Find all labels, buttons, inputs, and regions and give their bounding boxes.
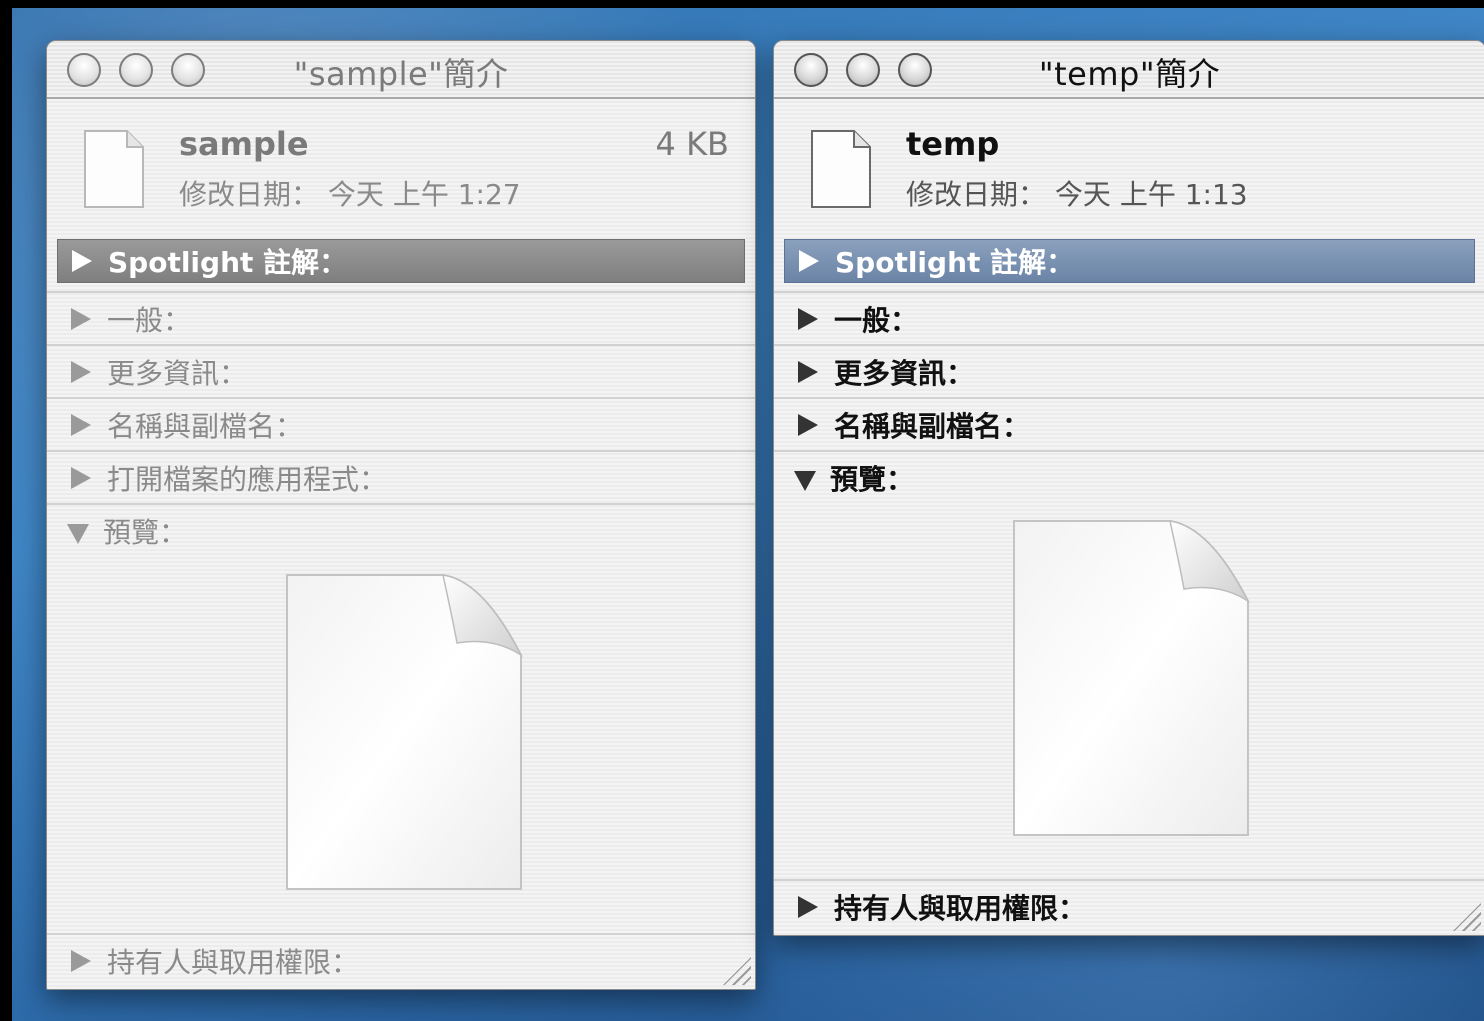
- section-more-info[interactable]: 更多資訊：: [774, 344, 1484, 398]
- section-preview[interactable]: 預覽：: [47, 503, 755, 557]
- disclosure-triangle-icon: [71, 414, 91, 436]
- disclosure-triangle-icon: [72, 250, 92, 272]
- disclosure-triangle-icon: [71, 361, 91, 383]
- section-spotlight[interactable]: Spotlight 註解：: [57, 239, 745, 283]
- window-title: "temp"簡介: [1038, 55, 1221, 93]
- disclosure-triangle-down-icon: [67, 524, 89, 544]
- section-spotlight[interactable]: Spotlight 註解：: [784, 239, 1475, 283]
- section-ownership[interactable]: 持有人與取用權限：: [47, 933, 755, 987]
- document-icon: [811, 130, 871, 208]
- disclosure-triangle-down-icon: [794, 471, 816, 491]
- file-header: sample 4 KB 修改日期： 今天 上午 1:27: [47, 99, 755, 229]
- disclosure-triangle-icon: [71, 950, 91, 972]
- disclosure-triangle-icon: [71, 467, 91, 489]
- modified-label: 修改日期：: [179, 178, 320, 211]
- section-label: 持有人與取用權限：: [107, 946, 360, 979]
- section-preview[interactable]: 預覽：: [774, 450, 1484, 504]
- file-name: sample: [179, 125, 309, 163]
- section-label: 更多資訊：: [834, 357, 975, 390]
- section-label: 名稱與副檔名：: [107, 410, 304, 443]
- section-label: 一般：: [834, 304, 919, 337]
- window-title: "sample"簡介: [293, 55, 509, 93]
- modified-label: 修改日期：: [906, 178, 1047, 211]
- disclosure-triangle-icon: [799, 250, 819, 272]
- file-header: temp 修改日期： 今天 上午 1:13: [774, 99, 1484, 229]
- section-label: 預覽：: [103, 516, 188, 549]
- section-more-info[interactable]: 更多資訊：: [47, 344, 755, 398]
- section-label: 預覽：: [830, 463, 915, 496]
- disclosure-triangle-icon: [798, 361, 818, 383]
- disclosure-triangle-icon: [71, 308, 91, 330]
- title-bar[interactable]: "temp"簡介: [774, 41, 1484, 99]
- section-label: 名稱與副檔名：: [834, 410, 1031, 443]
- section-name-extension[interactable]: 名稱與副檔名：: [47, 397, 755, 451]
- file-name: temp: [906, 125, 1000, 163]
- info-window-sample: "sample"簡介 sample 4 KB 修改日期： 今天 上午 1:27 …: [46, 40, 756, 990]
- title-bar[interactable]: "sample"簡介: [47, 41, 755, 99]
- section-ownership[interactable]: 持有人與取用權限：: [774, 879, 1484, 933]
- modified-date: 修改日期： 今天 上午 1:13: [906, 173, 1248, 213]
- preview-document-icon: [286, 574, 523, 890]
- document-icon: [84, 130, 144, 208]
- modified-date: 修改日期： 今天 上午 1:27: [179, 173, 521, 213]
- file-size: 4 KB: [655, 125, 729, 163]
- section-general[interactable]: 一般：: [47, 291, 755, 345]
- section-label: Spotlight 註解：: [835, 246, 1075, 279]
- section-label: 更多資訊：: [107, 357, 248, 390]
- section-label: 打開檔案的應用程式：: [107, 463, 388, 496]
- section-label: 一般：: [107, 304, 192, 337]
- section-label: 持有人與取用權限：: [834, 892, 1087, 925]
- modified-value: 今天 上午 1:13: [1054, 178, 1248, 211]
- preview-document-icon: [1013, 520, 1250, 836]
- disclosure-triangle-icon: [798, 308, 818, 330]
- info-window-temp: "temp"簡介 temp 修改日期： 今天 上午 1:13 Spotlight…: [773, 40, 1484, 936]
- disclosure-triangle-icon: [798, 896, 818, 918]
- section-general[interactable]: 一般：: [774, 291, 1484, 345]
- disclosure-triangle-icon: [798, 414, 818, 436]
- section-name-extension[interactable]: 名稱與副檔名：: [774, 397, 1484, 451]
- modified-value: 今天 上午 1:27: [327, 178, 521, 211]
- section-open-with[interactable]: 打開檔案的應用程式：: [47, 450, 755, 504]
- section-label: Spotlight 註解：: [108, 246, 348, 279]
